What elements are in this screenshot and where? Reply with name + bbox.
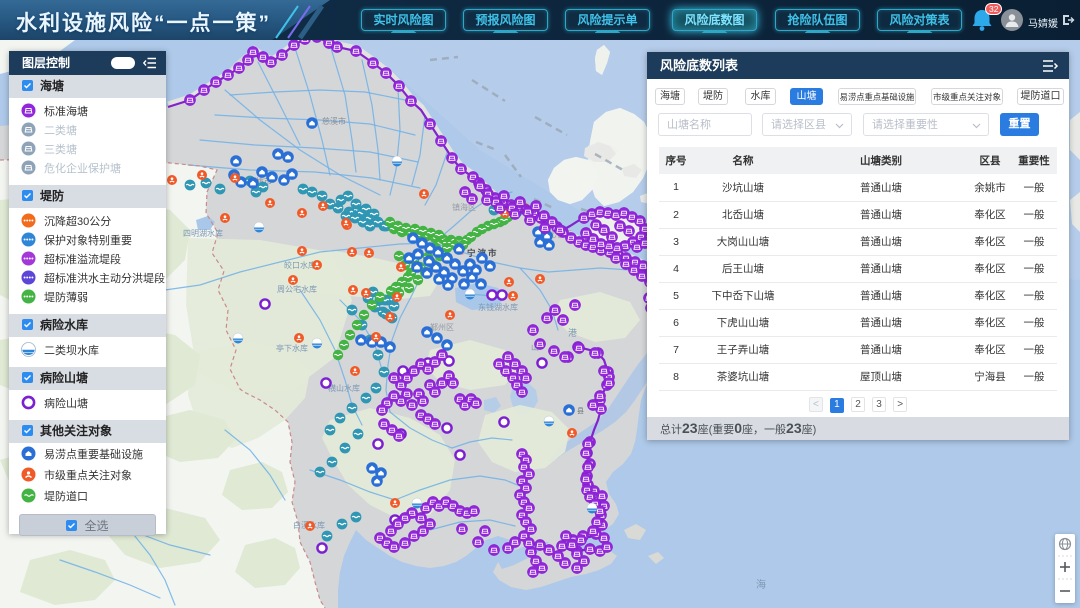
svg-text:东钱湖水库: 东钱湖水库	[478, 302, 518, 312]
svg-text:四明湖水库: 四明湖水库	[183, 228, 223, 238]
svg-text:鄞州区: 鄞州区	[430, 322, 454, 332]
svg-text:县: 县	[577, 407, 584, 415]
svg-text:亭下水库: 亭下水库	[276, 343, 308, 353]
svg-text:慈溪市: 慈溪市	[322, 116, 346, 126]
svg-text:港: 港	[568, 327, 577, 338]
svg-text:海: 海	[756, 578, 766, 591]
svg-text:皎口水库: 皎口水库	[284, 260, 316, 270]
svg-text:周公宅水库: 周公宅水库	[277, 284, 317, 294]
svg-text:横山水库: 横山水库	[328, 383, 360, 393]
